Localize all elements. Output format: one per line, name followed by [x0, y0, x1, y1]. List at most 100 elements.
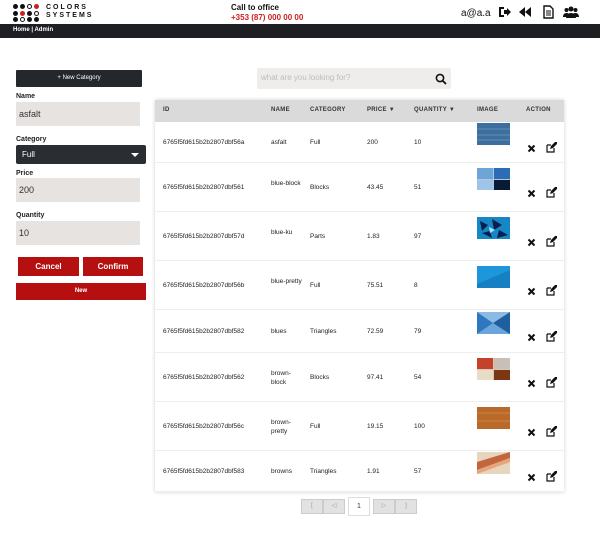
delete-icon[interactable]	[527, 473, 536, 482]
product-thumbnail[interactable]	[477, 122, 510, 145]
office-label: Call to office	[231, 3, 280, 12]
cell-price: 97.41	[367, 373, 384, 381]
cell-id: 6765f5fd615b2b2807dbf562	[163, 373, 245, 381]
table-row[interactable]: 6765f5fd615b2b2807dbf583 browns Triangles 1…	[155, 451, 564, 492]
edit-icon[interactable]	[546, 425, 557, 437]
delete-icon[interactable]	[527, 144, 536, 153]
cell-category: Blocks	[310, 183, 330, 191]
product-thumbnail[interactable]	[477, 451, 510, 474]
cell-price: 19.15	[367, 422, 384, 430]
new-category-button[interactable]: + New Category	[16, 70, 142, 87]
product-thumbnail[interactable]	[477, 311, 510, 334]
cell-quantity: 100	[414, 422, 425, 430]
table-header: ID NAME CATEGORY PRICE ▼ QUANTITY ▼ IMAG…	[155, 100, 564, 122]
header-action: ACTION	[526, 107, 551, 113]
header-id[interactable]: ID	[163, 107, 170, 113]
header-quantity[interactable]: QUANTITY ▼	[414, 107, 455, 113]
logo-line1: COLORS	[46, 4, 88, 11]
edit-icon[interactable]	[546, 284, 557, 296]
last-page-button[interactable]: ]	[395, 499, 417, 514]
table-row[interactable]: 6765f5fd615b2b2807dbf561 blue-block Blocks…	[155, 163, 564, 212]
price-field[interactable]: 200	[16, 178, 140, 202]
cell-id: 6765f5fd615b2b2807dbf583	[163, 467, 245, 475]
table-row[interactable]: 6765f5fd615b2b2807dbf57d blue-ku Parts 1.83…	[155, 212, 564, 261]
edit-icon[interactable]	[546, 141, 557, 153]
search-input[interactable]: what are you looking for?	[261, 73, 350, 82]
price-label: Price	[16, 170, 34, 177]
cell-name: blue-block	[271, 179, 301, 187]
quantity-label: Quantity	[16, 212, 45, 219]
cell-price: 75.51	[367, 281, 384, 289]
users-icon[interactable]	[563, 5, 579, 19]
confirm-button[interactable]: Confirm	[83, 257, 143, 276]
delete-icon[interactable]	[527, 238, 536, 247]
product-thumbnail[interactable]	[477, 167, 510, 190]
edit-icon[interactable]	[546, 235, 557, 247]
product-thumbnail[interactable]	[477, 357, 510, 380]
page-number[interactable]: 1	[348, 497, 370, 516]
cell-id: 6765f5fd615b2b2807dbf57d	[163, 232, 245, 240]
header-price[interactable]: PRICE ▼	[367, 107, 395, 113]
search-icon[interactable]	[435, 72, 447, 85]
logout-icon[interactable]	[497, 5, 511, 19]
edit-icon[interactable]	[546, 186, 557, 198]
top-header: COLORS SYSTEMS Call to office +353 (87) …	[0, 0, 600, 24]
cell-id: 6765f5fd615b2b2807dbf56c	[163, 422, 244, 430]
cell-price: 200	[367, 138, 378, 146]
nav-bar: Home | Admin	[0, 24, 600, 38]
cell-id: 6765f5fd615b2b2807dbf56a	[163, 138, 245, 146]
delete-icon[interactable]	[527, 428, 536, 437]
cell-quantity: 8	[414, 281, 418, 289]
delete-icon[interactable]	[527, 333, 536, 342]
cell-price: 72.59	[367, 327, 384, 335]
product-thumbnail[interactable]	[477, 265, 510, 288]
header-name[interactable]: NAME	[271, 107, 290, 113]
table-row[interactable]: 6765f5fd615b2b2807dbf582 blues Triangles 72…	[155, 310, 564, 353]
chevron-down-icon	[131, 153, 139, 157]
table-row[interactable]: 6765f5fd615b2b2807dbf562 brown-block Block…	[155, 353, 564, 402]
product-thumbnail[interactable]	[477, 216, 510, 239]
cell-name: brown-block	[271, 369, 291, 386]
office-contact: Call to office +353 (87) 000 00 00	[231, 3, 303, 22]
cell-name: blue-ku	[271, 228, 293, 236]
logo-line2: SYSTEMS	[46, 12, 94, 19]
cell-quantity: 10	[414, 138, 422, 146]
table-row[interactable]: 6765f5fd615b2b2807dbf56b blue-pretty Full 7…	[155, 261, 564, 310]
product-thumbnail[interactable]	[477, 406, 510, 429]
header-category[interactable]: CATEGORY	[310, 107, 346, 113]
edit-icon[interactable]	[546, 470, 557, 482]
quantity-field[interactable]: 10	[16, 221, 140, 245]
office-phone[interactable]: +353 (87) 000 00 00	[231, 13, 303, 22]
products-table: ID NAME CATEGORY PRICE ▼ QUANTITY ▼ IMAG…	[155, 100, 564, 492]
cell-quantity: 51	[414, 183, 422, 191]
breadcrumb[interactable]: Home | Admin	[13, 27, 53, 33]
category-label: Category	[16, 136, 47, 143]
edit-icon[interactable]	[546, 330, 557, 342]
table-row[interactable]: 6765f5fd615b2b2807dbf56a asfalt Full 200 10	[155, 122, 564, 163]
cell-id: 6765f5fd615b2b2807dbf582	[163, 327, 245, 335]
back-icon[interactable]	[518, 5, 532, 19]
delete-icon[interactable]	[527, 189, 536, 198]
cell-price: 43.45	[367, 183, 384, 191]
edit-icon[interactable]	[546, 376, 557, 388]
prev-page-button[interactable]: ◁	[323, 499, 345, 514]
delete-icon[interactable]	[527, 287, 536, 296]
cancel-button[interactable]: Cancel	[18, 257, 79, 276]
name-label: Name	[16, 93, 36, 100]
cell-name: asfalt	[271, 138, 287, 146]
logo[interactable]: COLORS SYSTEMS	[11, 3, 101, 22]
name-field[interactable]: asfalt	[16, 102, 140, 126]
cell-id: 6765f5fd615b2b2807dbf561	[163, 183, 245, 191]
category-select[interactable]: Full	[16, 145, 146, 164]
search-bar[interactable]: what are you looking for?	[257, 68, 451, 89]
first-page-button[interactable]: [	[301, 499, 323, 514]
new-button[interactable]: New	[16, 283, 146, 300]
table-row[interactable]: 6765f5fd615b2b2807dbf56c brown-pretty Full…	[155, 402, 564, 451]
document-icon[interactable]	[541, 5, 555, 19]
header-image: IMAGE	[477, 107, 499, 113]
user-email[interactable]: a@a.a	[461, 8, 491, 19]
cell-quantity: 54	[414, 373, 422, 381]
delete-icon[interactable]	[527, 379, 536, 388]
cell-name: blues	[271, 327, 287, 335]
next-page-button[interactable]: ▷	[373, 499, 395, 514]
